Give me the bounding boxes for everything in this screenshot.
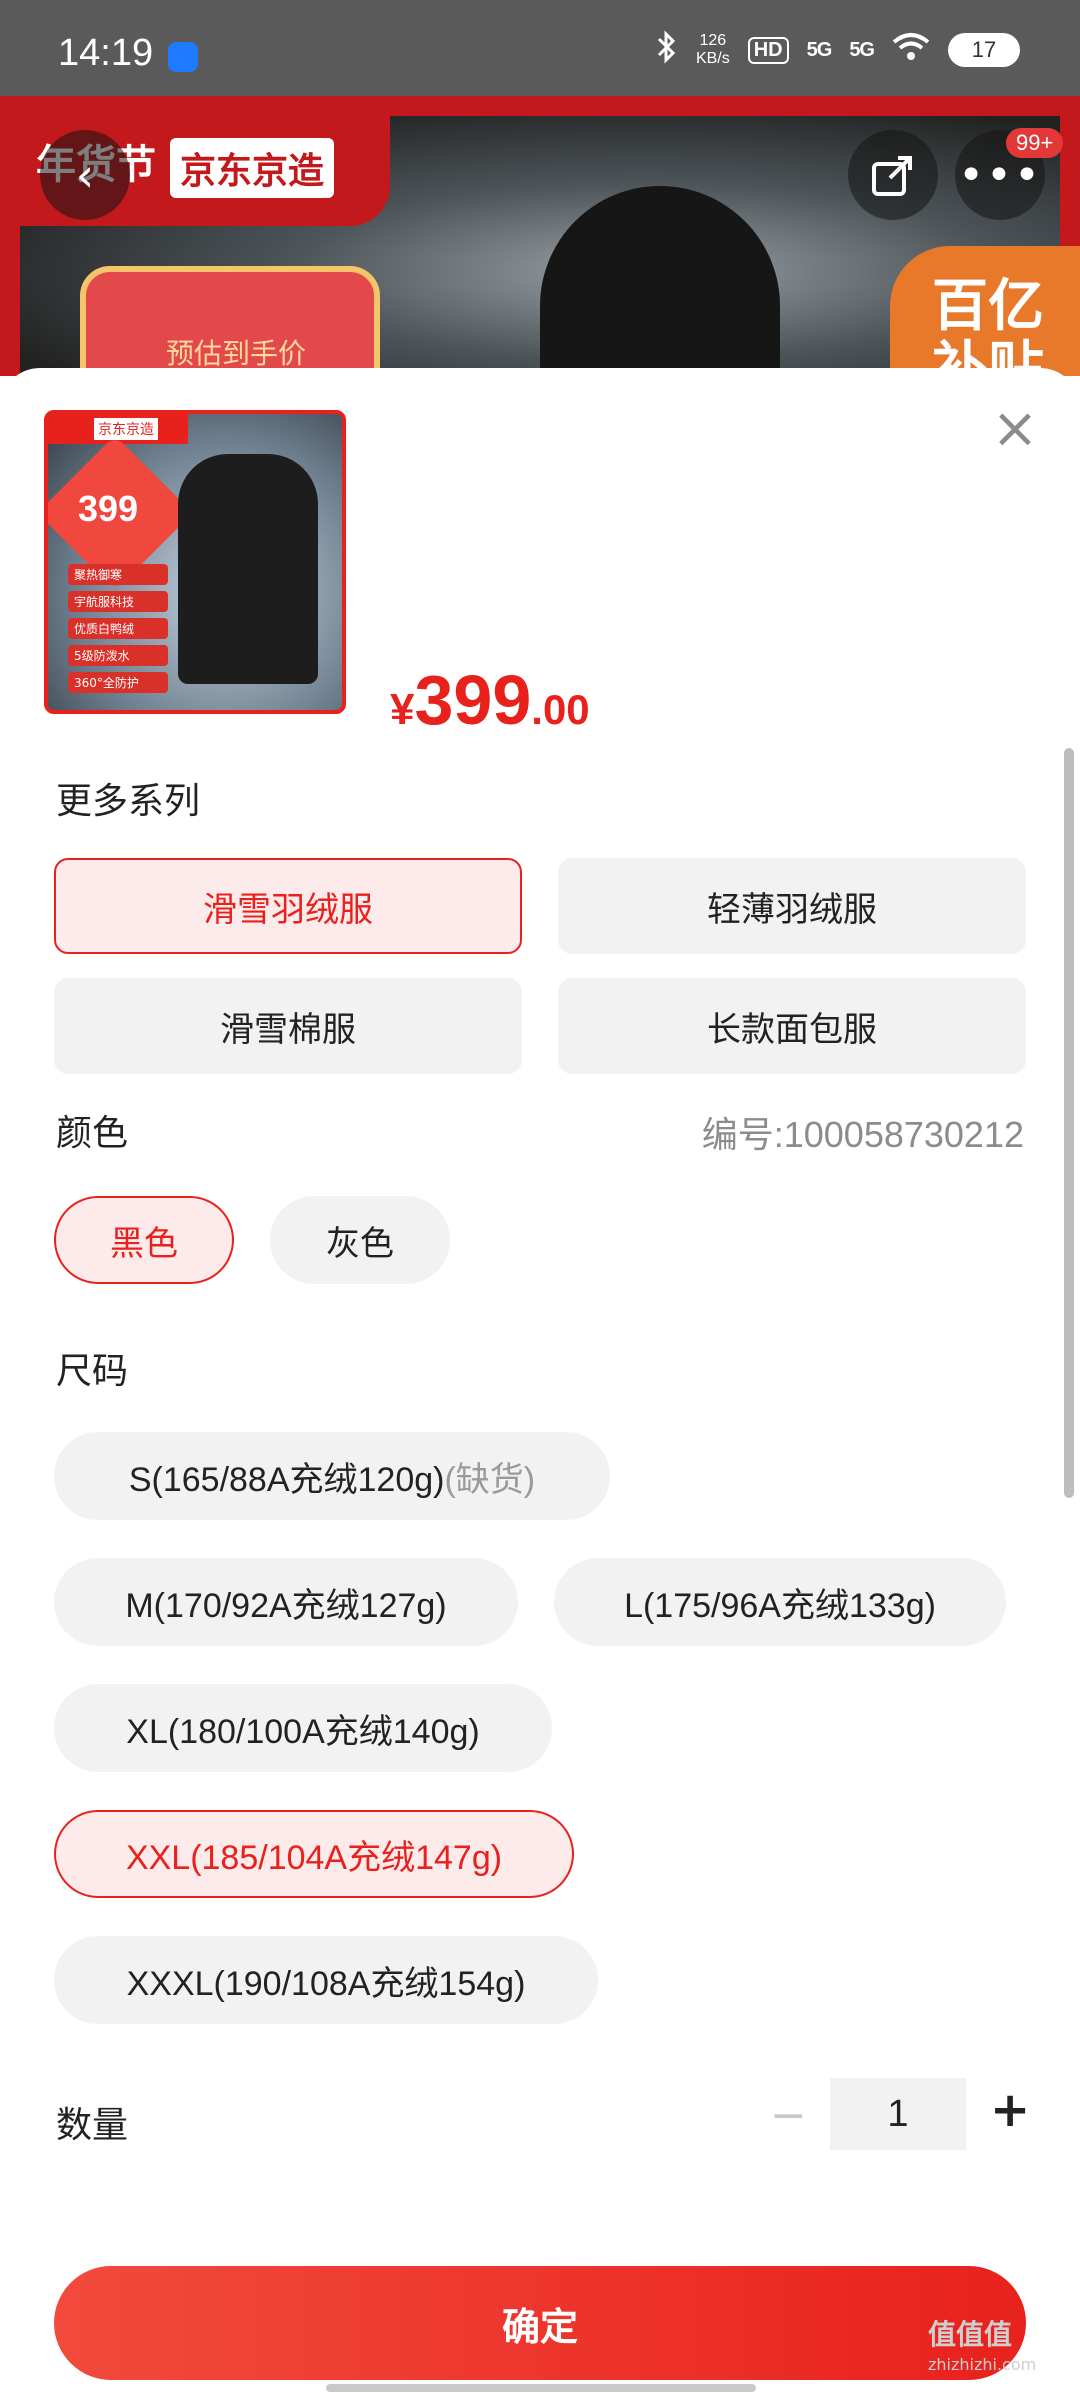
chevron-left-icon: ‹ — [75, 148, 95, 202]
signal-icon-2: 5G — [849, 38, 875, 61]
price-main: 399 — [414, 661, 532, 739]
status-bar: 14:19 126 KB/s HD 5G 5G 17 — [0, 0, 1080, 96]
series-option-light-down[interactable]: 轻薄羽绒服 — [558, 858, 1026, 954]
thumb-jacket-image — [178, 454, 318, 684]
size-option-l[interactable]: L(175/96A充绒133g) — [554, 1558, 1006, 1646]
wifi-icon — [892, 32, 930, 68]
price-decimal: .00 — [531, 686, 590, 733]
series-title: 更多系列 — [56, 781, 201, 822]
size-option-label: S(165/88A充绒120g) — [128, 1460, 445, 1499]
share-icon — [872, 156, 912, 196]
home-indicator[interactable] — [326, 2384, 756, 2392]
price-currency: ¥ — [390, 685, 415, 734]
bluetooth-icon — [656, 30, 678, 70]
size-option-label: XXL(185/104A充绒147g) — [125, 1838, 503, 1877]
size-option-xxxl[interactable]: XXXL(190/108A充绒154g) — [54, 1936, 598, 2024]
size-title: 尺码 — [56, 1351, 129, 1392]
watermark-sub: zhizhizhi.com — [928, 2355, 1037, 2374]
series-option-ski-cotton[interactable]: 滑雪棉服 — [54, 978, 522, 1074]
net-speed-value: 126 — [699, 32, 727, 49]
signal-icon-1: 5G — [806, 38, 833, 61]
subsidy-badge: 百亿补贴 — [890, 246, 1080, 376]
thumb-feature: 优质白鸭绒 — [68, 618, 168, 639]
size-option-m[interactable]: M(170/92A充绒127g) — [54, 1558, 518, 1646]
thumb-feature: 5级防泼水 — [68, 645, 168, 666]
size-option-label: L(175/96A充绒133g) — [624, 1586, 936, 1625]
color-option-gray[interactable]: 灰色 — [270, 1196, 450, 1284]
status-icons: 126 KB/s HD 5G 5G 17 — [656, 30, 1020, 70]
product-price: ¥399.00 — [390, 660, 590, 740]
thumb-feature-list: 聚热御寒 宇航服科技 优质白鸭绒 5级防泼水 360°全防护 — [68, 564, 168, 693]
product-serial-number: 编号:100058730212 — [701, 1114, 1024, 1155]
thumb-brand-label: 京东京造 — [94, 418, 158, 440]
thumb-feature: 360°全防护 — [68, 672, 168, 693]
app-notification-icon — [168, 42, 198, 72]
size-option-xxl[interactable]: XXL(185/104A充绒147g) — [54, 1810, 574, 1898]
confirm-button[interactable]: 确定 — [54, 2266, 1026, 2380]
quantity-increase-button[interactable]: + — [990, 2082, 1030, 2138]
series-option-ski-down[interactable]: 滑雪羽绒服 — [54, 858, 522, 954]
battery-icon: 17 — [948, 33, 1020, 67]
banner-frame-left — [0, 96, 20, 376]
price-badge: 预估到手价 — [80, 266, 380, 376]
price-badge-text: 预估到手价 — [166, 337, 307, 370]
color-title: 颜色 — [56, 1113, 129, 1154]
quantity-title: 数量 — [56, 2105, 129, 2146]
watermark-main: 值值值 — [928, 2318, 1013, 2351]
close-button[interactable]: × — [990, 401, 1040, 457]
network-speed: 126 KB/s — [696, 32, 730, 68]
size-option-label: XL(180/100A充绒140g) — [126, 1712, 480, 1751]
out-of-stock-label: (缺货) — [444, 1460, 536, 1499]
color-option-black[interactable]: 黑色 — [54, 1196, 234, 1284]
net-speed-unit: KB/s — [695, 50, 730, 67]
size-option-label: M(170/92A充绒127g) — [125, 1586, 447, 1625]
clock: 14:19 — [58, 32, 154, 74]
size-option-s[interactable]: S(165/88A充绒120g) (缺货) — [54, 1432, 610, 1520]
notification-badge: 99+ — [1006, 128, 1064, 158]
thumb-feature: 宇航服科技 — [68, 591, 168, 612]
back-button[interactable]: ‹ — [40, 130, 130, 220]
quantity-input[interactable]: 1 — [830, 2078, 966, 2150]
watermark: 值值值 zhizhizhi.com — [928, 2320, 1036, 2380]
size-option-xl[interactable]: XL(180/100A充绒140g) — [54, 1684, 552, 1772]
close-icon: × — [991, 396, 1039, 461]
brand-logo: 京东京造 — [170, 138, 335, 198]
thumb-feature: 聚热御寒 — [68, 564, 168, 585]
size-option-label: XXXL(190/108A充绒154g) — [126, 1964, 526, 2003]
share-button[interactable] — [848, 130, 938, 220]
subsidy-badge-text: 百亿补贴 — [932, 274, 1044, 377]
banner-frame-top — [0, 96, 1080, 116]
scrollbar[interactable] — [1064, 748, 1074, 1498]
hd-icon: HD — [747, 36, 789, 64]
thumb-price: 399 — [78, 488, 139, 529]
quantity-decrease-button[interactable]: − — [770, 2090, 807, 2141]
series-option-long-puffer[interactable]: 长款面包服 — [558, 978, 1026, 1074]
product-thumbnail[interactable]: 京东京造 399 聚热御寒 宇航服科技 优质白鸭绒 5级防泼水 360°全防护 — [44, 410, 346, 714]
